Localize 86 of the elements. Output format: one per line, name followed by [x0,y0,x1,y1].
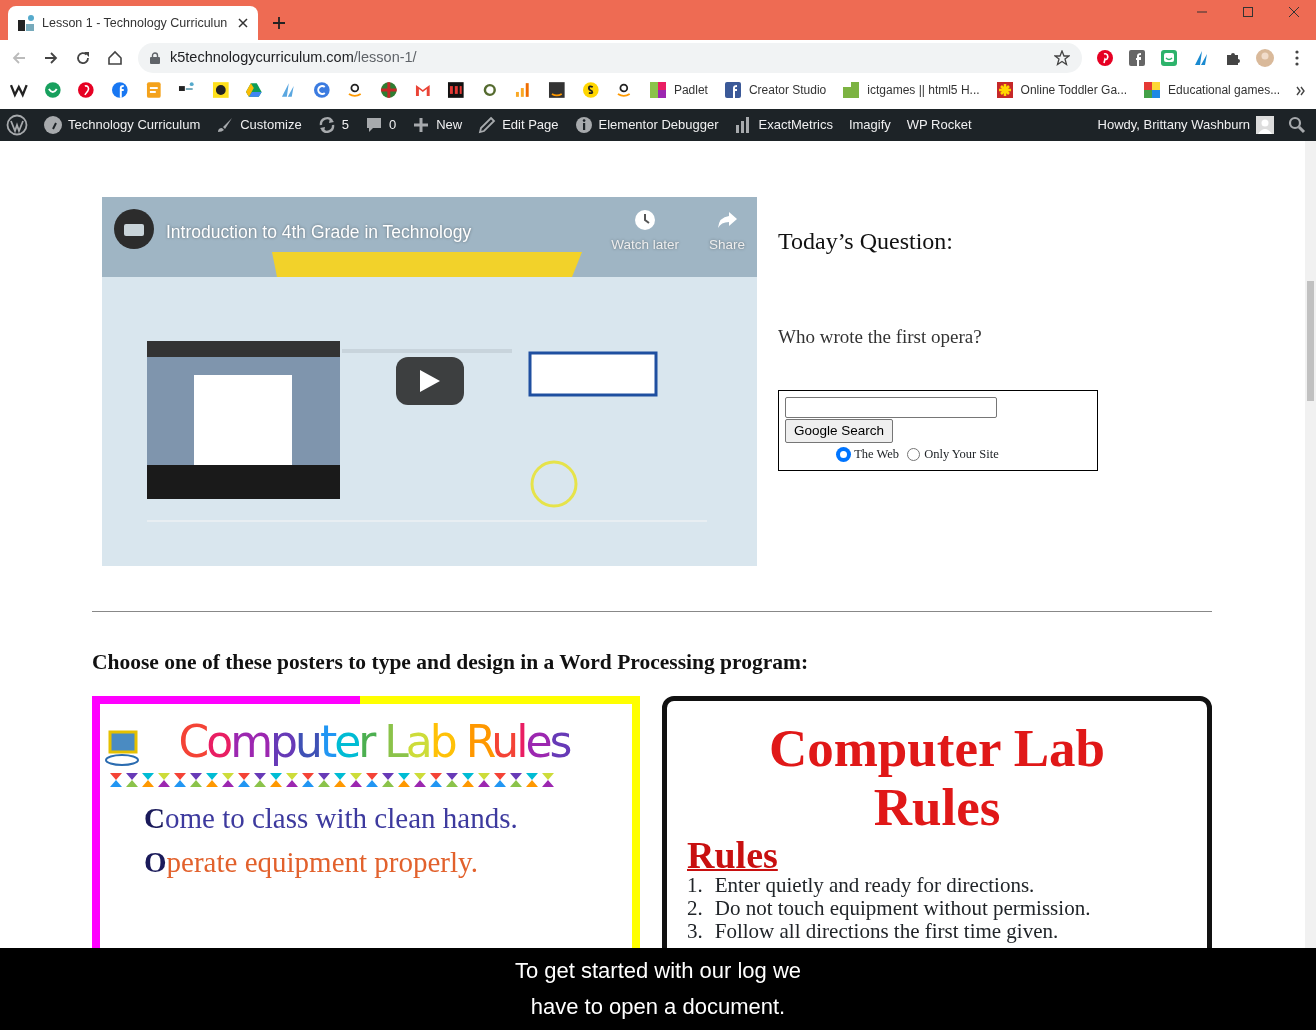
admin-bar-item[interactable]: Imagify [840,109,899,141]
section-heading: Choose one of these posters to type and design in a Word Processing program: [92,649,810,676]
f-icon [723,81,742,99]
new-tab-icon[interactable] [272,16,286,30]
avatar-icon [1256,116,1274,134]
asterisk-icon [995,81,1014,99]
admin-bar-item[interactable]: WP Rocket [898,109,980,141]
tab-title: Lesson 1 - Technology Curriculun [42,14,229,32]
search-button[interactable]: Google Search [785,418,894,443]
close-icon[interactable] [238,18,248,28]
f-icon[interactable] [1128,49,1146,67]
a-icon[interactable] [548,81,566,99]
admin-bar-item[interactable]: New [404,109,471,141]
channel-avatar-icon[interactable] [114,209,154,249]
tiles-icon[interactable] [447,81,465,99]
s-icon[interactable] [581,81,600,99]
radio-option[interactable]: Only Your Site [907,444,999,464]
plus-icon [412,116,431,134]
browser-tab[interactable]: Lesson 1 - Technology Curriculun [8,6,258,40]
list-number: 2. [687,896,703,921]
fin-icon[interactable] [279,81,297,99]
admin-bar-item[interactable]: Customize [208,109,310,141]
poster-subheading: Rules [687,835,779,874]
chevrons-icon [1296,85,1307,96]
a-icon[interactable] [346,81,364,99]
list-item: Follow all directions the first time given. [714,920,1059,944]
pencil-icon [478,116,497,134]
bookmark[interactable]: Online Toddler Ga... [995,81,1128,99]
scrollbar[interactable] [1305,141,1316,948]
search-icon[interactable] [1288,116,1306,134]
caption-line: To get started with our log we [514,957,802,984]
list-number: 1. [687,873,703,897]
bookmark[interactable]: Educational games... [1143,81,1281,99]
lock-icon [150,52,160,64]
poster-title: Computer Lab Rules [767,719,1107,836]
bars-icon[interactable] [514,81,532,99]
f-icon[interactable] [110,81,129,99]
reload-icon[interactable] [74,49,92,67]
admin-bar-item[interactable]: ExactMetrics [726,109,841,141]
list-item: Do not touch equipment without permission. [714,896,1091,921]
face-icon[interactable] [43,81,62,99]
radio-option[interactable]: The Web [837,444,900,464]
bookmark[interactable]: Padlet [648,81,708,99]
star-icon[interactable] [1054,50,1070,66]
bookmark[interactable]: Creator Studio [723,81,827,99]
wordpress-icon[interactable] [6,114,28,136]
list-number: 3. [687,920,703,944]
list-item: Enter quietly and ready for directions. [714,873,1035,897]
poster-line: Come to class with clean hands. [144,800,519,836]
triangle-icon[interactable] [245,81,263,99]
caption-line: have to open a document. [530,994,786,1021]
bookmark[interactable]: ictgames || html5 H... [842,81,980,99]
account-link[interactable]: Howdy, Brittany Washburn [1089,109,1282,141]
search-field[interactable] [785,396,997,418]
face-icon[interactable] [1160,49,1178,67]
fin-icon[interactable] [1192,49,1210,67]
address-bar[interactable]: k5technologycurriculum.com/lesson-1/ [138,43,1082,73]
play-icon [420,370,440,392]
admin-bar-item[interactable]: Elementor Debugger [566,109,727,141]
gauge-icon [44,116,62,134]
question-heading: Today’s Question: [778,227,954,256]
home-icon[interactable] [106,49,124,67]
tiles-icon [842,81,861,99]
admin-bar-item[interactable]: Edit Page [470,109,567,141]
a-icon[interactable] [615,81,633,99]
address-text: k5technologycurriculum.com/lesson-1/ [170,48,417,68]
comment-icon [364,116,383,134]
maximize-icon[interactable] [1241,6,1255,18]
refresh-icon [317,116,336,134]
info-icon [574,116,593,134]
c-icon[interactable] [312,81,331,99]
admin-bar-item[interactable]: Technology Curriculum [36,109,209,141]
question-text: Who wrote the first opera? [778,325,983,349]
globe-icon[interactable] [379,81,398,99]
poster-title: Computer Lab Rules [177,718,571,767]
play-button[interactable] [396,357,464,405]
poster-line: Operate equipment properly. [144,845,479,881]
clock-icon [634,209,657,231]
tiles-icon [648,81,667,99]
favicon-icon [18,15,34,31]
pin-icon[interactable] [77,81,95,99]
admin-bar-item[interactable]: 0 [356,109,405,141]
tiles-icon [1143,81,1162,99]
chimp-icon[interactable] [211,81,230,99]
admin-bar-item[interactable]: 5 [309,109,357,141]
pin-icon[interactable] [1096,49,1114,67]
